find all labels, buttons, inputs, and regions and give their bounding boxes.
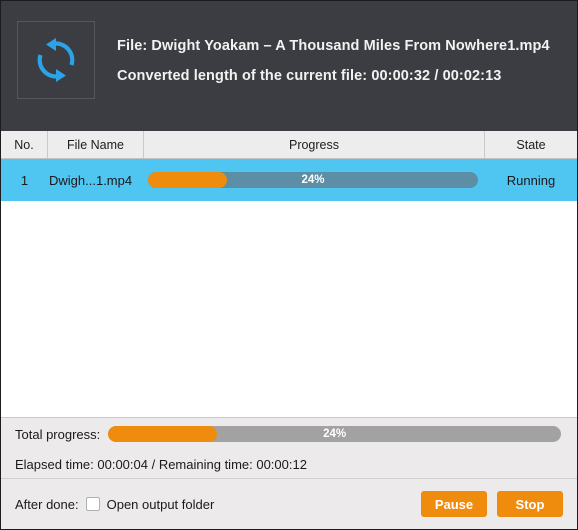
open-output-folder-label[interactable]: Open output folder [107, 497, 215, 512]
current-file-label: File: Dwight Yoakam – A Thousand Miles F… [117, 38, 550, 54]
pause-button[interactable]: Pause [421, 491, 487, 517]
header-text-block: File: Dwight Yoakam – A Thousand Miles F… [117, 21, 550, 91]
row-state: Running [506, 172, 556, 188]
after-done-label: After done: [15, 496, 79, 512]
total-progress-bar: 24% [108, 426, 561, 442]
actions-row: After done: Open output folder Pause Sto… [1, 479, 577, 529]
row-file-name: Dwigh...1.mp4 [49, 172, 133, 188]
open-output-folder-checkbox[interactable] [85, 497, 100, 511]
footer-panel: Total progress: 24% Elapsed time: 00:00:… [1, 417, 577, 529]
row-progress-cell: 24% [144, 159, 485, 201]
column-header-state[interactable]: State [485, 131, 577, 158]
total-progress-row: Total progress: 24% [1, 418, 577, 450]
table-header: No. File Name Progress State [1, 131, 577, 159]
column-header-file-name[interactable]: File Name [48, 131, 144, 158]
row-number: 1 [20, 172, 29, 188]
total-progress-label: Total progress: [15, 426, 101, 442]
times-row: Elapsed time: 00:00:04 / Remaining time:… [15, 456, 307, 472]
column-header-progress[interactable]: Progress [144, 131, 485, 158]
row-progress-label: 24% [301, 174, 325, 186]
total-progress-value: 24% [323, 428, 347, 440]
header-panel: File: Dwight Yoakam – A Thousand Miles F… [1, 1, 577, 131]
row-progress-bar: 24% [148, 172, 478, 188]
table-row[interactable]: 1 Dwigh...1.mp4 24% Running [1, 159, 577, 201]
column-header-no[interactable]: No. [1, 131, 48, 158]
converted-length-label: Converted length of the current file: 00… [117, 68, 502, 84]
stop-button[interactable]: Stop [497, 491, 563, 517]
refresh-sync-icon [17, 21, 95, 99]
conversion-progress-window: File: Dwight Yoakam – A Thousand Miles F… [0, 0, 578, 530]
file-list[interactable]: 1 Dwigh...1.mp4 24% Running [1, 159, 577, 417]
